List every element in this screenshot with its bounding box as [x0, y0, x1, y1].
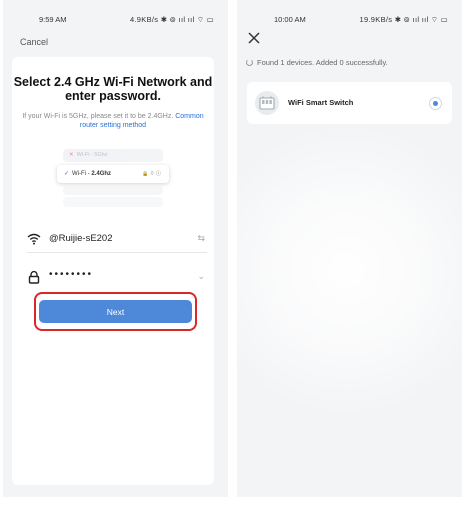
- scan-status: Found 1 devices. Added 0 successfully.: [246, 58, 388, 67]
- cross-icon: ✕: [69, 152, 74, 158]
- network-row-placeholder: [63, 197, 163, 207]
- status-time: 9:59 AM: [39, 15, 67, 24]
- status-bar: 9:59 AM 4.9KB/s ✱ ⊚ ııl ııl ⌔ ▭: [3, 13, 228, 27]
- switch-device-icon: [255, 91, 279, 115]
- spinner-icon: [246, 59, 253, 66]
- close-icon[interactable]: [247, 31, 261, 45]
- network-row-24g-band: 2.4Ghz: [91, 171, 112, 177]
- device-name: WiFi Smart Switch: [288, 98, 354, 107]
- status-indicators: 19.9KB/s ✱ ⊚ ııl ııl ⌔ ▭: [359, 15, 448, 24]
- password-field[interactable]: •••••••• ⌄: [27, 263, 207, 291]
- network-row-24g-prefix: Wi-Fi -: [72, 171, 92, 177]
- check-icon: ✓: [64, 171, 70, 177]
- left-screen: 9:59 AM 4.9KB/s ✱ ⊚ ııl ııl ⌔ ▭ Cancel S…: [3, 0, 228, 497]
- lock-icon: [28, 270, 40, 284]
- network-illustration: ✕ Wi-Fi - 5Ghz ✓ Wi-Fi - 2.4Ghz 🔒 ⌔ ⓘ: [57, 149, 169, 209]
- status-indicators: 4.9KB/s ✱ ⊚ ııl ııl ⌔ ▭: [129, 15, 214, 24]
- next-button[interactable]: Next: [39, 300, 192, 323]
- status-time: 10:00 AM: [274, 15, 306, 24]
- network-row-24g: ✓ Wi-Fi - 2.4Ghz 🔒 ⌔ ⓘ: [57, 165, 169, 183]
- network-row-placeholder: [63, 185, 163, 195]
- page-title: Select 2.4 GHz Wi-Fi Network and enter p…: [13, 75, 213, 103]
- network-row-5g: ✕ Wi-Fi - 5Ghz: [63, 149, 163, 162]
- wifi-name-field[interactable]: @Ruijie-sE202 ⇆: [27, 225, 207, 253]
- password-value: ••••••••: [49, 269, 94, 280]
- wifi-icon: [27, 233, 41, 245]
- wifi-name-value: @Ruijie-sE202: [49, 233, 113, 244]
- right-screen: 10:00 AM 19.9KB/s ✱ ⊚ ııl ııl ⌔ ▭ Found …: [237, 0, 462, 497]
- swap-icon[interactable]: ⇆: [197, 233, 205, 244]
- loading-icon: [429, 97, 442, 110]
- chevron-down-icon[interactable]: ⌄: [197, 271, 205, 282]
- status-bar: 10:00 AM 19.9KB/s ✱ ⊚ ııl ııl ⌔ ▭: [237, 13, 462, 27]
- hint-text: If your Wi-Fi is 5GHz, please set it to …: [22, 112, 204, 130]
- switch-device-graphic: [259, 96, 275, 110]
- wifi-setup-card: Select 2.4 GHz Wi-Fi Network and enter p…: [12, 57, 214, 485]
- divider: [27, 252, 207, 253]
- scan-status-text: Found 1 devices. Added 0 successfully.: [257, 58, 388, 67]
- scan-radar: [237, 120, 462, 420]
- hint-text-body: If your Wi-Fi is 5GHz, please set it to …: [22, 113, 174, 120]
- cancel-button[interactable]: Cancel: [20, 37, 48, 47]
- device-card[interactable]: WiFi Smart Switch: [247, 82, 452, 124]
- network-row-5g-label: Wi-Fi - 5Ghz: [76, 152, 108, 158]
- network-row-icons: 🔒 ⌔ ⓘ: [142, 171, 161, 177]
